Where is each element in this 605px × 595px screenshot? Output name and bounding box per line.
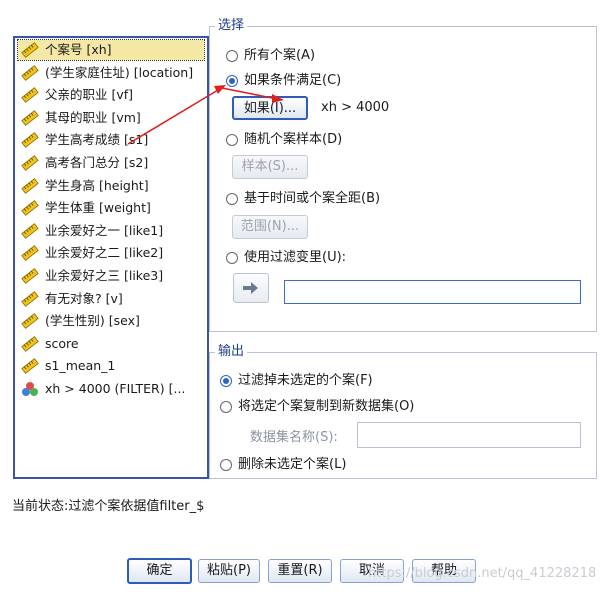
radio-button[interactable] <box>226 50 238 62</box>
ruler-icon <box>21 132 39 149</box>
variable-label: s1_mean_1 <box>45 358 116 374</box>
variable-list[interactable]: 个案号 [xh] (学生家庭住址) [location] 父亲的职业 [vf] 其母的… <box>13 36 209 479</box>
variable-list-item[interactable]: 个案号 [xh] <box>17 39 205 61</box>
radio-delete-unselected-label: 删除未选定个案(L) <box>238 457 347 472</box>
variable-label: xh > 4000 (FILTER) [... <box>45 381 186 396</box>
variable-list-item[interactable]: 父亲的职业 [vf] <box>18 85 204 105</box>
radio-random-sample[interactable]: 随机个案样本(D) <box>226 131 342 149</box>
ruler-icon <box>21 200 39 217</box>
variable-list-item[interactable]: 业余爱好之三 [like3] <box>18 266 204 286</box>
ruler-icon <box>21 109 39 126</box>
variable-label: (学生性别) [sex] <box>45 313 140 329</box>
radio-filter-out-label: 过滤掉未选定的个案(F) <box>238 373 373 388</box>
variable-label: 业余爱好之三 [like3] <box>45 268 164 283</box>
variable-label: 高考各门总分 [s2] <box>45 155 149 170</box>
variable-list-item[interactable]: 学生高考成绩 [s1] <box>18 130 204 150</box>
variable-label: (学生家庭住址) [location] <box>45 64 194 80</box>
radio-button[interactable] <box>220 375 232 387</box>
radio-filter-variable[interactable]: 使用过滤变里(U): <box>226 249 346 267</box>
radio-time-range[interactable]: 基于时间或个案全距(B) <box>226 190 380 208</box>
radio-copy-to-new-label: 将选定个案复制到新数据集(O) <box>238 399 415 414</box>
radio-random-sample-label: 随机个案样本(D) <box>244 132 343 147</box>
arrow-right-icon <box>243 282 258 294</box>
ruler-icon <box>21 87 39 104</box>
radio-button[interactable] <box>220 459 232 471</box>
nominal-icon <box>21 381 39 397</box>
variable-list-item[interactable]: (学生家庭住址) [location] <box>18 63 204 83</box>
ruler-icon <box>21 358 39 375</box>
ruler-icon <box>21 290 39 307</box>
radio-delete-unselected[interactable]: 删除未选定个案(L) <box>220 456 346 474</box>
radio-filter-variable-label: 使用过滤变里(U): <box>244 250 347 265</box>
variable-list-item[interactable]: score <box>18 334 204 354</box>
variable-list-item[interactable]: 有无对象? [v] <box>18 289 204 309</box>
dataset-name-label: 数据集名称(S): <box>250 430 338 445</box>
reset-button[interactable]: 重置(R) <box>268 559 332 583</box>
variable-list-item[interactable]: 其母的职业 [vm] <box>18 108 204 128</box>
radio-if-condition-label: 如果条件满足(C) <box>244 73 342 88</box>
paste-button[interactable]: 粘贴(P) <box>198 559 260 583</box>
ruler-icon <box>21 313 39 330</box>
radio-copy-to-new[interactable]: 将选定个案复制到新数据集(O) <box>220 398 414 416</box>
select-group-title: 选择 <box>215 18 248 34</box>
watermark: https://blog.csdn.net/qq_41228218 <box>368 566 597 581</box>
sample-button[interactable]: 样本(S)... <box>232 155 308 179</box>
radio-time-range-label: 基于时间或个案全距(B) <box>244 191 381 206</box>
variable-list-item[interactable]: s1_mean_1 <box>18 356 204 376</box>
ruler-icon <box>21 245 39 262</box>
ok-button[interactable]: 确定 <box>127 558 192 584</box>
ruler-icon <box>21 42 39 58</box>
variable-label: score <box>45 335 79 351</box>
ruler-icon <box>21 155 39 171</box>
variable-label: 学生体重 [weight] <box>45 200 151 216</box>
filter-variable-field[interactable] <box>284 280 581 304</box>
variable-list-item[interactable]: 业余爱好之二 [like2] <box>18 243 204 263</box>
radio-button[interactable] <box>220 401 232 413</box>
variable-list-item[interactable]: xh > 4000 (FILTER) [... <box>18 379 204 399</box>
variable-label: 其母的职业 [vm] <box>45 109 141 125</box>
condition-text: xh > 4000 <box>321 100 390 115</box>
radio-all-cases-label: 所有个案(A) <box>244 48 316 63</box>
radio-filter-out[interactable]: 过滤掉未选定的个案(F) <box>220 372 373 390</box>
ruler-icon <box>21 64 39 81</box>
dataset-name-field[interactable] <box>357 422 581 448</box>
status-text: 当前状态:过滤个案依据值filter_$ <box>12 499 205 514</box>
radio-button[interactable] <box>226 134 238 146</box>
radio-button[interactable] <box>226 252 238 264</box>
variable-list-item[interactable]: 高考各门总分 [s2] <box>18 153 204 173</box>
variable-label: 学生身高 [height] <box>45 177 149 193</box>
ruler-icon <box>21 222 39 239</box>
variable-label: 业余爱好之一 [like1] <box>45 222 164 238</box>
ruler-icon <box>21 177 39 194</box>
variable-label: 业余爱好之二 [like2] <box>45 245 164 261</box>
variable-label: 有无对象? [v] <box>45 290 123 306</box>
variable-label: 学生高考成绩 [s1] <box>45 132 149 148</box>
variable-list-item[interactable]: 业余爱好之一 [like1] <box>18 221 204 241</box>
variable-list-item[interactable]: 学生身高 [height] <box>18 176 204 196</box>
output-group-title: 输出 <box>215 344 248 360</box>
range-button[interactable]: 范围(N)... <box>232 215 308 239</box>
variable-label: 父亲的职业 [vf] <box>45 87 134 103</box>
variable-list-item[interactable]: (学生性别) [sex] <box>18 311 204 331</box>
ruler-icon <box>21 335 39 352</box>
ruler-icon <box>21 268 39 284</box>
variable-list-item[interactable]: 学生体重 [weight] <box>18 198 204 218</box>
radio-button[interactable] <box>226 75 238 87</box>
radio-all-cases[interactable]: 所有个案(A) <box>226 47 315 65</box>
move-variable-button[interactable] <box>233 273 269 303</box>
radio-button[interactable] <box>226 193 238 205</box>
variable-label: 个案号 [xh] <box>45 42 112 57</box>
radio-if-condition[interactable]: 如果条件满足(C) <box>226 72 341 90</box>
if-button[interactable]: 如果(I)... <box>232 96 308 120</box>
